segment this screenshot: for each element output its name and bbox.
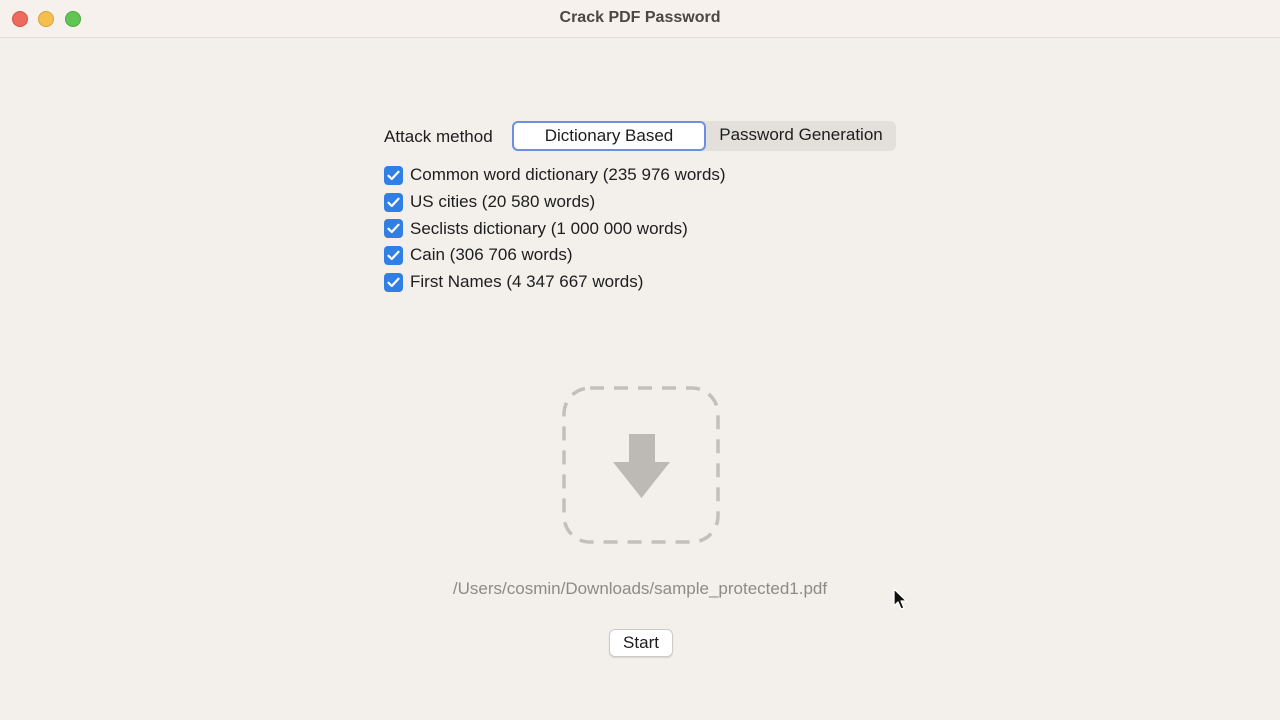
download-arrow-icon: [613, 434, 670, 498]
dictionary-option[interactable]: Cain (306 706 words): [384, 242, 726, 269]
checkbox-checked-icon[interactable]: [384, 272, 403, 292]
mouse-pointer-icon: [893, 588, 909, 612]
dictionary-option-label: Seclists dictionary (1 000 000 words): [410, 218, 688, 238]
dictionary-option-label: First Names (4 347 667 words): [410, 272, 644, 292]
dictionary-option-label: Common word dictionary (235 976 words): [410, 165, 726, 185]
file-drop-zone[interactable]: [562, 386, 720, 544]
dictionary-option[interactable]: Common word dictionary (235 976 words): [384, 162, 726, 189]
selected-file-path: /Users/cosmin/Downloads/sample_protected…: [452, 579, 828, 598]
checkbox-checked-icon[interactable]: [384, 192, 403, 212]
app-window: Crack PDF Password Attack method Diction…: [0, 0, 1280, 720]
window-title: Crack PDF Password: [559, 9, 721, 26]
dictionary-option[interactable]: US cities (20 580 words): [384, 189, 726, 216]
dictionary-option-label: Cain (306 706 words): [410, 245, 573, 265]
segment-dictionary-based[interactable]: Dictionary Based: [512, 121, 706, 151]
attack-method-label: Attack method: [384, 127, 493, 146]
start-button[interactable]: Start: [609, 629, 673, 657]
dictionary-option-label: US cities (20 580 words): [410, 192, 596, 212]
dictionary-option[interactable]: Seclists dictionary (1 000 000 words): [384, 215, 726, 242]
dictionary-list: Common word dictionary (235 976 words) U…: [384, 162, 726, 295]
checkbox-checked-icon[interactable]: [384, 165, 403, 185]
checkbox-checked-icon[interactable]: [384, 245, 403, 265]
segment-password-generation[interactable]: Password Generation: [706, 121, 896, 151]
checkbox-checked-icon[interactable]: [384, 219, 403, 239]
title-bar: Crack PDF Password: [0, 0, 1280, 38]
dictionary-option[interactable]: First Names (4 347 667 words): [384, 269, 726, 296]
attack-method-segmented-control: Dictionary Based Password Generation: [512, 121, 896, 151]
